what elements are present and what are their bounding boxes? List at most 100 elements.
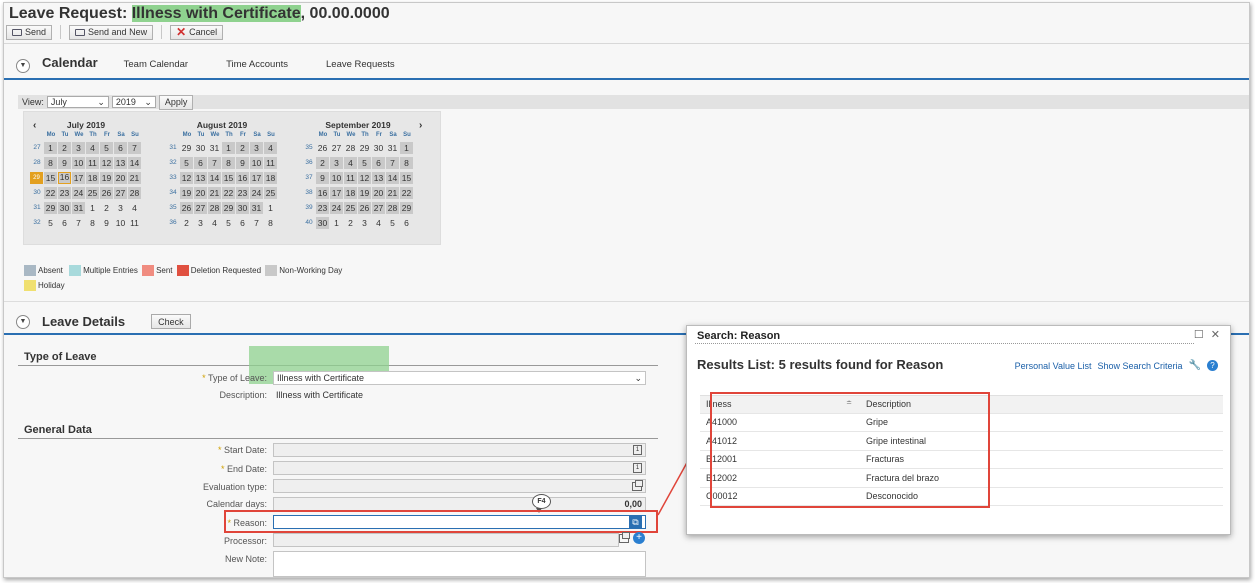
value-help-icon[interactable] <box>619 532 630 543</box>
week-number[interactable]: 32 <box>166 159 180 166</box>
calendar-day[interactable]: 11 <box>86 156 99 169</box>
calendar-day[interactable]: 7 <box>250 217 263 229</box>
cancel-button[interactable]: ✕ Cancel <box>170 24 224 40</box>
calendar-day[interactable]: 21 <box>386 186 399 199</box>
calendar-day[interactable]: 8 <box>222 156 235 169</box>
calendar-day[interactable]: 26 <box>180 201 193 214</box>
calendar-day[interactable]: 9 <box>236 156 249 169</box>
calendar-day[interactable]: 15 <box>400 171 413 184</box>
calendar-day[interactable]: 25 <box>264 186 277 199</box>
calendar-day[interactable]: 15 <box>44 171 57 184</box>
tab-calendar[interactable]: Calendar <box>42 55 98 70</box>
calendar-day[interactable]: 24 <box>250 186 263 199</box>
calendar-day[interactable]: 24 <box>72 186 85 199</box>
calendar-day[interactable]: 14 <box>128 156 141 169</box>
calendar-day[interactable]: 15 <box>222 171 235 184</box>
calendar-day[interactable]: 1 <box>264 202 277 214</box>
calendar-day[interactable]: 23 <box>316 201 329 214</box>
calendar-day[interactable]: 4 <box>372 217 385 229</box>
calendar-day[interactable]: 7 <box>72 217 85 229</box>
calendar-icon[interactable]: 1 <box>633 445 642 455</box>
calendar-day[interactable]: 4 <box>86 141 99 154</box>
calendar-day[interactable]: 30 <box>372 142 385 154</box>
calendar-day[interactable]: 12 <box>100 156 113 169</box>
next-month-icon[interactable]: › <box>419 120 422 131</box>
week-number[interactable]: 27 <box>30 144 44 151</box>
week-number[interactable]: 35 <box>166 204 180 211</box>
calendar-day[interactable]: 30 <box>58 201 71 214</box>
calendar-day[interactable]: 29 <box>180 142 193 154</box>
calendar-day[interactable]: 10 <box>330 171 343 184</box>
calendar-day[interactable]: 8 <box>400 156 413 169</box>
calendar-day[interactable]: 3 <box>114 202 127 214</box>
calendar-day[interactable]: 10 <box>72 156 85 169</box>
calendar-day[interactable]: 22 <box>44 186 57 199</box>
week-number[interactable]: 32 <box>30 219 44 226</box>
calendar-day[interactable]: 6 <box>114 141 127 154</box>
calendar-day[interactable]: 7 <box>386 156 399 169</box>
calendar-day[interactable]: 28 <box>208 201 221 214</box>
calendar-day[interactable]: 27 <box>330 142 343 154</box>
week-number[interactable]: 36 <box>166 219 180 226</box>
calendar-day[interactable]: 31 <box>250 201 263 214</box>
calendar-day[interactable]: 4 <box>208 217 221 229</box>
calendar-day[interactable]: 27 <box>194 201 207 214</box>
calendar-day[interactable]: 3 <box>250 141 263 154</box>
tab-leave-requests[interactable]: Leave Requests <box>326 59 395 70</box>
calendar-day[interactable]: 9 <box>100 217 113 229</box>
calendar-day[interactable]: 23 <box>236 186 249 199</box>
calendar-day[interactable]: 9 <box>316 171 329 184</box>
week-number[interactable]: 29 <box>30 171 43 184</box>
calendar-day[interactable]: 8 <box>44 156 57 169</box>
calendar-day[interactable]: 24 <box>330 201 343 214</box>
year-select[interactable]: 2019 ⌄ <box>111 96 156 108</box>
calendar-day[interactable]: 16 <box>58 171 71 184</box>
calendar-day[interactable]: 12 <box>180 171 193 184</box>
calendar-day[interactable]: 17 <box>330 186 343 199</box>
week-number[interactable]: 33 <box>166 174 180 181</box>
calendar-day[interactable]: 19 <box>358 186 371 199</box>
calendar-day[interactable]: 10 <box>250 156 263 169</box>
collapse-leave-details-icon[interactable]: ▼ <box>16 314 30 329</box>
calendar-day[interactable]: 20 <box>114 171 127 184</box>
calendar-day[interactable]: 26 <box>100 186 113 199</box>
calendar-day[interactable]: 29 <box>222 201 235 214</box>
calendar-day[interactable]: 11 <box>344 171 357 184</box>
calendar-day[interactable]: 19 <box>180 186 193 199</box>
calendar-day[interactable]: 30 <box>194 142 207 154</box>
calendar-day[interactable]: 27 <box>372 201 385 214</box>
calendar-day[interactable]: 16 <box>316 186 329 199</box>
calendar-day[interactable]: 4 <box>128 202 141 214</box>
calendar-day[interactable]: 5 <box>358 156 371 169</box>
calendar-day[interactable]: 2 <box>236 141 249 154</box>
maximize-icon[interactable]: ☐ <box>1194 328 1204 341</box>
calendar-day[interactable]: 3 <box>358 217 371 229</box>
calendar-day[interactable]: 29 <box>400 201 413 214</box>
week-number[interactable]: 38 <box>302 189 316 196</box>
calendar-day[interactable]: 31 <box>208 142 221 154</box>
calendar-day[interactable]: 11 <box>128 217 141 229</box>
help-icon[interactable]: ? <box>1207 360 1218 371</box>
calendar-day[interactable]: 29 <box>44 201 57 214</box>
calendar-day[interactable]: 30 <box>316 216 329 229</box>
calendar-day[interactable]: 1 <box>86 202 99 214</box>
calendar-icon[interactable]: 1 <box>633 463 642 473</box>
evaluation-type-field[interactable] <box>273 479 646 493</box>
tab-time-accounts[interactable]: Time Accounts <box>226 59 288 70</box>
collapse-calendar-icon[interactable]: ▼ <box>16 58 30 73</box>
send-and-new-button[interactable]: Send and New <box>69 24 154 40</box>
check-button[interactable]: Check <box>151 314 191 329</box>
week-number[interactable]: 31 <box>30 204 44 211</box>
calendar-day[interactable]: 19 <box>100 171 113 184</box>
week-number[interactable]: 39 <box>302 204 316 211</box>
apply-button[interactable]: Apply <box>158 94 194 110</box>
calendar-day[interactable]: 1 <box>44 141 57 154</box>
calendar-day[interactable]: 31 <box>386 142 399 154</box>
calendar-day[interactable]: 13 <box>114 156 127 169</box>
calendar-day[interactable]: 2 <box>180 217 193 229</box>
calendar-day[interactable]: 26 <box>316 142 329 154</box>
calendar-day[interactable]: 3 <box>72 141 85 154</box>
calendar-day[interactable]: 6 <box>58 217 71 229</box>
calendar-day[interactable]: 5 <box>44 217 57 229</box>
add-processor-icon[interactable]: + <box>633 532 645 544</box>
